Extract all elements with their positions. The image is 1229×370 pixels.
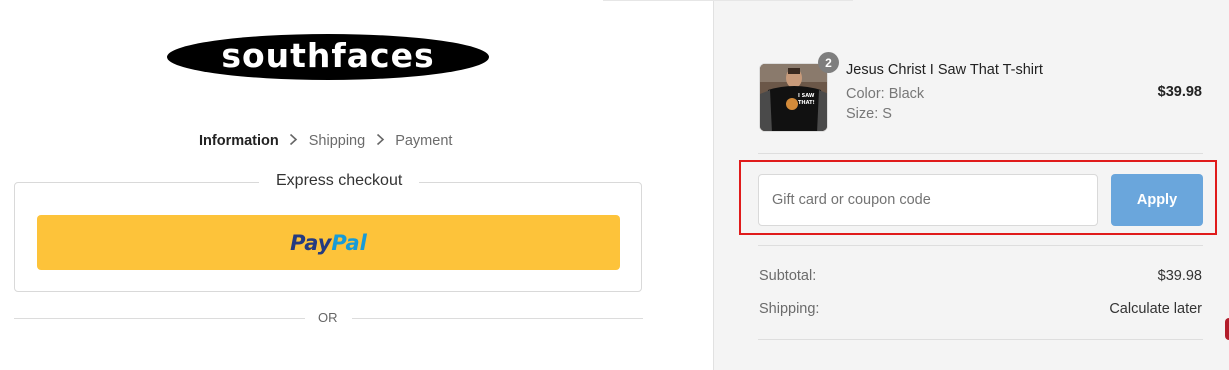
express-checkout-title: Express checkout bbox=[259, 172, 420, 190]
product-color: Color: Black bbox=[846, 86, 925, 102]
or-label: OR bbox=[318, 310, 338, 325]
divider bbox=[758, 339, 1203, 340]
divider bbox=[758, 153, 1203, 154]
edge-scroll-marker bbox=[1225, 318, 1229, 340]
breadcrumb-payment[interactable]: Payment bbox=[395, 133, 452, 149]
shipping-label: Shipping: bbox=[759, 301, 820, 317]
or-divider-right bbox=[352, 318, 643, 319]
subtotal-label: Subtotal: bbox=[759, 268, 817, 284]
breadcrumb-information: Information bbox=[199, 133, 279, 149]
express-checkout-box: Express checkout PayPal bbox=[14, 172, 642, 292]
divider bbox=[758, 245, 1203, 246]
thumb-text-top: I SAW bbox=[798, 93, 815, 99]
top-divider bbox=[603, 0, 853, 1]
product-thumbnail: I SAW THAT! bbox=[759, 63, 828, 132]
thumb-text-bottom: THAT! bbox=[798, 100, 815, 106]
store-logo[interactable]: southfaces bbox=[166, 33, 490, 81]
coupon-input[interactable] bbox=[758, 174, 1098, 226]
breadcrumb: Information Shipping Payment bbox=[199, 133, 452, 149]
shipping-value: Calculate later bbox=[1109, 301, 1202, 317]
product-size: Size: S bbox=[846, 106, 892, 122]
paypal-button[interactable]: PayPal bbox=[37, 215, 620, 270]
paypal-logo: PayPal bbox=[290, 230, 367, 255]
chevron-right-icon bbox=[371, 133, 389, 149]
product-name: Jesus Christ I Saw That T-shirt bbox=[846, 62, 1043, 78]
chevron-right-icon bbox=[285, 133, 303, 149]
logo-text: southfaces bbox=[221, 35, 435, 75]
apply-button[interactable]: Apply bbox=[1111, 174, 1203, 226]
or-divider-left bbox=[14, 318, 305, 319]
product-price: $39.98 bbox=[1157, 84, 1202, 100]
subtotal-value: $39.98 bbox=[1157, 268, 1202, 284]
quantity-badge: 2 bbox=[818, 52, 839, 73]
breadcrumb-shipping[interactable]: Shipping bbox=[309, 133, 365, 149]
